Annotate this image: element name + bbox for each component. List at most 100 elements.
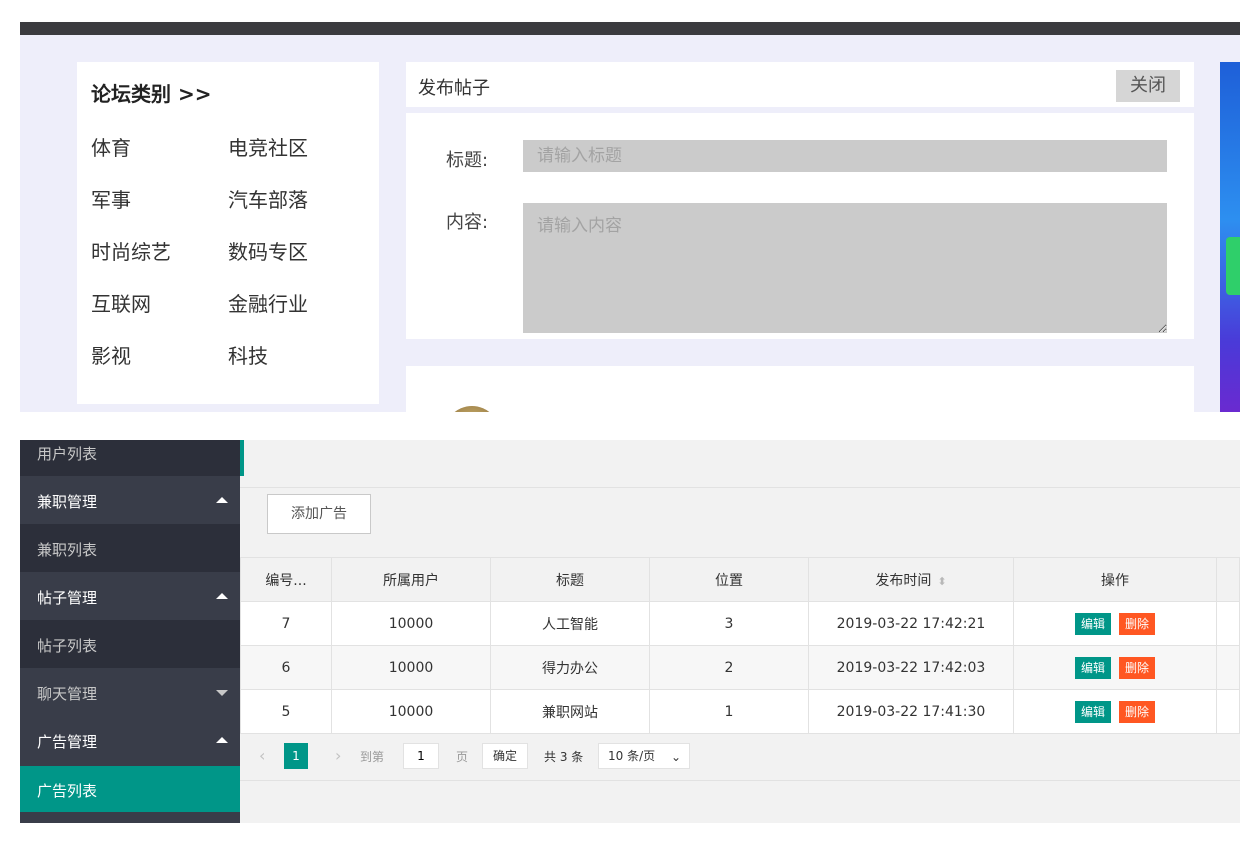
ad-table: 编号... 所属用户 标题 位置 发布时间 ⬍ 操作 7 10000 人工智能 3: [240, 557, 1240, 734]
delete-button[interactable]: 删除: [1119, 656, 1156, 679]
cell-user: 10000: [331, 689, 491, 734]
add-ad-button[interactable]: 添加广告: [267, 494, 371, 534]
sidebar-item-user-list[interactable]: 用户列表: [20, 440, 240, 476]
category-box: 论坛类别 >> 体育 电竞社区 军事 汽车部落 时尚综艺 数码专区 互联网 金融…: [77, 62, 379, 404]
table-row: 5 10000 兼职网站 1 2019-03-22 17:41:30 编辑 删除: [240, 689, 1240, 734]
page-size-select[interactable]: 10 条/页 ⌄: [598, 743, 690, 769]
column-header-title[interactable]: 标题: [490, 557, 650, 602]
edit-button[interactable]: 编辑: [1074, 656, 1111, 679]
cell-position: 1: [649, 689, 809, 734]
table-row: 7 10000 人工智能 3 2019-03-22 17:42:21 编辑 删除: [240, 601, 1240, 646]
sort-icon[interactable]: ⬍: [937, 575, 946, 588]
column-header-time[interactable]: 发布时间 ⬍: [808, 557, 1014, 602]
category-item-digital[interactable]: 数码专区: [228, 236, 308, 265]
category-item-sports[interactable]: 体育: [91, 132, 131, 161]
divider: [240, 780, 1240, 781]
chevron-down-icon: [216, 690, 228, 696]
avatar[interactable]: [444, 406, 500, 412]
page-size-value: 10 条/页: [608, 749, 656, 763]
sidebar-item-label: 用户列表: [37, 445, 98, 463]
edit-button[interactable]: 编辑: [1074, 700, 1111, 723]
content-textarea[interactable]: [523, 203, 1167, 333]
column-header-spacer: [1216, 557, 1240, 602]
goto-confirm-button[interactable]: 确定: [482, 743, 528, 769]
sidebar-item-label: 兼职列表: [37, 541, 98, 559]
sidebar-item-parttime-list[interactable]: 兼职列表: [20, 524, 240, 572]
column-header-time-label: 发布时间: [875, 572, 932, 589]
sidebar-group-parttime[interactable]: 兼职管理: [20, 476, 240, 524]
cell-time: 2019-03-22 17:42:21: [808, 601, 1014, 646]
post-card: [406, 366, 1194, 412]
sidebar-item-label: 兼职管理: [37, 493, 98, 511]
column-header-position[interactable]: 位置: [649, 557, 809, 602]
delete-button[interactable]: 删除: [1119, 612, 1156, 635]
divider: [240, 487, 1240, 488]
cell-position: 2: [649, 645, 809, 690]
sidebar-item-label: 聊天管理: [37, 685, 98, 703]
category-item-film[interactable]: 影视: [91, 340, 131, 369]
next-page-icon[interactable]: ›: [335, 746, 341, 765]
category-item-esports[interactable]: 电竞社区: [228, 132, 308, 161]
post-form: 标题: 内容:: [406, 113, 1194, 339]
post-panel-header: 发布帖子 关闭: [406, 62, 1194, 107]
title-input[interactable]: [523, 140, 1167, 172]
cell-user: 10000: [331, 645, 491, 690]
sidebar-item-label: 帖子列表: [37, 637, 98, 655]
post-panel-title: 发布帖子: [418, 78, 490, 99]
cell-id: 7: [240, 601, 332, 646]
category-item-military[interactable]: 军事: [91, 184, 131, 213]
pagination: ‹ 1 › 到第 页 确定 共 3 条 10 条/页 ⌄: [240, 736, 1236, 779]
delete-button[interactable]: 删除: [1119, 700, 1156, 723]
cell-id: 5: [240, 689, 332, 734]
category-item-fashion[interactable]: 时尚综艺: [91, 236, 171, 265]
banner-chip: [1226, 237, 1240, 295]
content-label: 内容:: [446, 212, 489, 233]
category-item-tech[interactable]: 科技: [228, 340, 268, 369]
sidebar-item-label: 广告管理: [37, 733, 98, 751]
cell-position: 3: [649, 601, 809, 646]
cell-id: 6: [240, 645, 332, 690]
sidebar-item-ad-list[interactable]: 广告列表: [20, 766, 240, 812]
prev-page-icon[interactable]: ‹: [259, 746, 265, 765]
column-header-actions: 操作: [1013, 557, 1217, 602]
cell-spacer: [1216, 689, 1240, 734]
category-item-finance[interactable]: 金融行业: [228, 288, 308, 317]
chevron-up-icon: [216, 737, 228, 743]
title-label: 标题:: [446, 150, 489, 171]
edit-button[interactable]: 编辑: [1074, 612, 1111, 635]
chevron-up-icon: [216, 593, 228, 599]
forum-panel: 论坛类别 >> 体育 电竞社区 军事 汽车部落 时尚综艺 数码专区 互联网 金融…: [20, 22, 1240, 412]
cell-actions: 编辑 删除: [1013, 645, 1217, 690]
cell-time: 2019-03-22 17:41:30: [808, 689, 1014, 734]
cell-time: 2019-03-22 17:42:03: [808, 645, 1014, 690]
chevron-up-icon: [216, 497, 228, 503]
top-dark-bar: [20, 22, 1240, 35]
table-header-row: 编号... 所属用户 标题 位置 发布时间 ⬍ 操作: [240, 557, 1240, 602]
category-item-internet[interactable]: 互联网: [91, 288, 151, 317]
page-number-current[interactable]: 1: [284, 743, 308, 769]
total-count: 共 3 条: [544, 750, 584, 764]
page-unit-label: 页: [456, 750, 469, 764]
column-header-id[interactable]: 编号...: [240, 557, 332, 602]
cell-actions: 编辑 删除: [1013, 601, 1217, 646]
cell-title: 人工智能: [490, 601, 650, 646]
side-banner-image[interactable]: [1220, 62, 1240, 412]
category-title: 论坛类别 >>: [91, 82, 212, 106]
cell-actions: 编辑 删除: [1013, 689, 1217, 734]
admin-panel: 用户列表 兼职管理 兼职列表 帖子管理 帖子列表 聊天管理 广告管理 广告列表: [20, 440, 1240, 823]
sidebar-group-chat[interactable]: 聊天管理: [20, 668, 240, 716]
sidebar-item-label: 帖子管理: [37, 589, 98, 607]
admin-sidebar: 用户列表 兼职管理 兼职列表 帖子管理 帖子列表 聊天管理 广告管理 广告列表: [20, 440, 240, 823]
cell-spacer: [1216, 601, 1240, 646]
chevron-down-icon: ⌄: [670, 750, 681, 764]
sidebar-item-post-list[interactable]: 帖子列表: [20, 620, 240, 668]
cell-title: 兼职网站: [490, 689, 650, 734]
sidebar-group-posts[interactable]: 帖子管理: [20, 572, 240, 620]
sidebar-item-label: 广告列表: [37, 782, 98, 800]
close-button[interactable]: 关闭: [1116, 70, 1180, 102]
category-item-auto[interactable]: 汽车部落: [228, 184, 308, 213]
goto-page-input[interactable]: [403, 743, 439, 769]
column-header-user[interactable]: 所属用户: [331, 557, 491, 602]
cell-user: 10000: [331, 601, 491, 646]
sidebar-group-ads[interactable]: 广告管理: [20, 716, 240, 764]
